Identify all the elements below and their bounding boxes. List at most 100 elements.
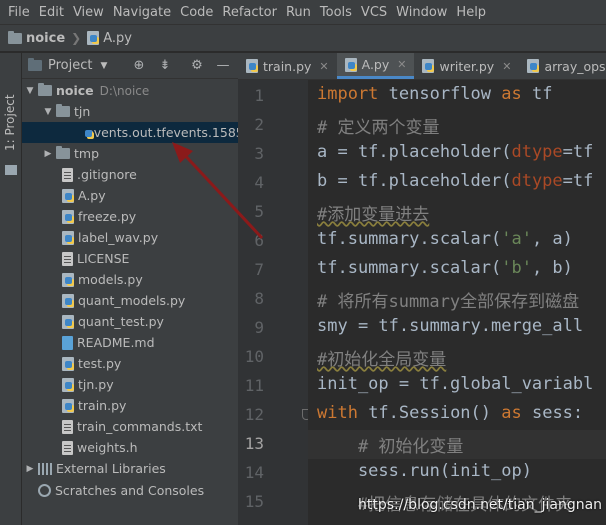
collapse-all-icon[interactable]: ⇟ bbox=[156, 57, 174, 75]
menu-refactor[interactable]: Refactor bbox=[218, 0, 282, 25]
line-number: 14 bbox=[244, 463, 264, 482]
tree-item-gitignore[interactable]: .gitignore bbox=[22, 164, 238, 185]
tab-writer-py[interactable]: writer.py ✕ bbox=[414, 53, 519, 79]
tree-item-freeze-py[interactable]: freeze.py bbox=[22, 206, 238, 227]
tree-item-readme-md[interactable]: README.md bbox=[22, 332, 238, 353]
close-icon[interactable]: ✕ bbox=[502, 60, 511, 73]
tree-item-events-out-tfevents-15852[interactable]: events.out.tfevents.15852 bbox=[22, 122, 252, 143]
python-file-icon bbox=[62, 398, 74, 413]
python-file-icon bbox=[62, 314, 74, 329]
menu-tools[interactable]: Tools bbox=[316, 0, 357, 25]
library-icon bbox=[38, 462, 52, 475]
tree-item-train-py[interactable]: train.py bbox=[22, 395, 238, 416]
line-number: 1 bbox=[254, 86, 264, 105]
menu-navigate[interactable]: Navigate bbox=[109, 0, 176, 25]
code-line[interactable]: tf.summary.scalar('a', a) bbox=[317, 229, 573, 249]
tree-item-label: models.py bbox=[78, 272, 143, 287]
code-line[interactable]: tf.summary.scalar('b', b) bbox=[317, 258, 573, 278]
breadcrumb-item-root[interactable]: noice bbox=[8, 30, 65, 46]
tab-train-py[interactable]: train.py ✕ bbox=[238, 53, 337, 79]
line-number: 2 bbox=[254, 115, 264, 134]
chevron-right-icon[interactable]: ▶ bbox=[24, 464, 36, 474]
tree-item-a-py[interactable]: A.py bbox=[22, 185, 238, 206]
code-line[interactable]: init_op = tf.global_variabl bbox=[317, 374, 593, 394]
line-number: 4 bbox=[254, 173, 264, 192]
code-line[interactable]: import tensorflow as tf bbox=[317, 84, 552, 104]
markdown-file-icon bbox=[62, 335, 73, 350]
tree-item-label: quant_test.py bbox=[78, 314, 164, 329]
menu-window[interactable]: Window bbox=[392, 0, 452, 25]
code-line[interactable]: sess.run(init_op) bbox=[317, 461, 532, 481]
line-number: 10 bbox=[244, 347, 264, 366]
scratches-icon bbox=[38, 484, 51, 497]
tree-item-train-commands-txt[interactable]: train_commands.txt bbox=[22, 416, 238, 437]
tree-item-quant-test-py[interactable]: quant_test.py bbox=[22, 311, 238, 332]
breadcrumb-item-file[interactable]: A.py bbox=[87, 31, 132, 46]
project-view-icon bbox=[28, 58, 42, 71]
tab-label: train.py bbox=[263, 58, 312, 74]
menu-help[interactable]: Help bbox=[452, 0, 491, 25]
tree-item-label: LICENSE bbox=[77, 251, 130, 266]
python-file-icon bbox=[87, 31, 100, 45]
tree-item-scratches[interactable]: Scratches and Consoles bbox=[24, 480, 238, 501]
tab-a-py[interactable]: A.py ✕ bbox=[336, 53, 415, 79]
tree-item-models-py[interactable]: models.py bbox=[22, 269, 238, 290]
chevron-down-icon[interactable]: ▼ bbox=[42, 107, 54, 117]
tree-item-tjn[interactable]: ▼ tjn bbox=[22, 101, 238, 122]
python-file-icon bbox=[62, 293, 74, 308]
menu-code[interactable]: Code bbox=[176, 0, 218, 25]
chevron-right-icon[interactable]: ▶ bbox=[42, 149, 54, 159]
folder-icon bbox=[56, 146, 70, 159]
python-file-icon bbox=[527, 59, 540, 73]
folder-icon bbox=[38, 83, 52, 96]
code-editor[interactable]: import tensorflow as tf # 定义两个变量 a = tf.pl… bbox=[308, 80, 606, 525]
menu-run[interactable]: Run bbox=[282, 0, 316, 25]
tree-item-tjn-py[interactable]: tjn.py bbox=[22, 374, 238, 395]
tree-item-label: events.out.tfevents.15852 bbox=[86, 125, 252, 140]
code-line[interactable]: #初始化全局变量 bbox=[317, 345, 446, 370]
menu-file[interactable]: File bbox=[0, 0, 35, 25]
tree-item-label: External Libraries bbox=[56, 461, 166, 476]
tree-item-license[interactable]: LICENSE bbox=[22, 248, 238, 269]
code-line[interactable]: # 初始化变量 bbox=[317, 432, 463, 457]
structure-icon[interactable] bbox=[5, 165, 17, 175]
tree-root[interactable]: ▼ noice D:\noice bbox=[24, 80, 238, 101]
code-line[interactable]: a = tf.placeholder(dtype=tf bbox=[317, 142, 593, 162]
code-line[interactable]: b = tf.placeholder(dtype=tf bbox=[317, 171, 593, 191]
editor-tabs: train.py ✕ A.py ✕ writer.py ✕ array_ops.py bbox=[238, 53, 606, 80]
tree-item-label: tjn bbox=[74, 104, 91, 119]
line-number: 9 bbox=[254, 318, 264, 337]
close-icon[interactable]: ✕ bbox=[397, 58, 406, 71]
code-line[interactable]: #添加变量进去 bbox=[317, 200, 429, 225]
tree-item-tmp[interactable]: ▶ tmp bbox=[22, 143, 238, 164]
project-tool-tab[interactable]: 1: Project bbox=[3, 61, 19, 151]
line-number-gutter: 1 2 3 4 5 6 7 8 9 10 11 12 13 14 15 bbox=[238, 80, 311, 525]
tree-item-label: .gitignore bbox=[77, 167, 137, 182]
menu-view[interactable]: View bbox=[69, 0, 109, 25]
tree-item-weights-h[interactable]: weights.h bbox=[22, 437, 238, 458]
python-file-icon bbox=[62, 356, 74, 371]
tab-array_ops-py[interactable]: array_ops.py bbox=[519, 53, 606, 79]
code-line[interactable]: smy = tf.summary.merge_all bbox=[317, 316, 583, 336]
code-line[interactable]: # 将所有summary全部保存到磁盘 bbox=[317, 287, 579, 312]
tree-item-label: train_commands.txt bbox=[77, 419, 203, 434]
chevron-down-icon[interactable]: ▼ bbox=[24, 86, 36, 96]
code-line[interactable]: with tf.Session() as sess: bbox=[317, 403, 583, 423]
close-icon[interactable]: ✕ bbox=[319, 60, 328, 73]
tab-label: array_ops.py bbox=[544, 58, 606, 74]
code-line[interactable]: # 定义两个变量 bbox=[317, 113, 439, 138]
tree-item-external-libraries[interactable]: ▶ External Libraries bbox=[24, 458, 238, 479]
tree-item-label-wav-py[interactable]: label_wav.py bbox=[22, 227, 238, 248]
tree-root-path: D:\noice bbox=[99, 83, 150, 98]
gear-icon[interactable]: ⚙ bbox=[188, 57, 206, 75]
tree-item-quant-models-py[interactable]: quant_models.py bbox=[22, 290, 238, 311]
hide-panel-icon[interactable]: — bbox=[214, 57, 232, 75]
menu-vcs[interactable]: VCS bbox=[357, 0, 392, 25]
tool-window-strip: 1: Project bbox=[0, 53, 22, 525]
project-view-selector[interactable]: Project bbox=[48, 58, 92, 73]
locate-icon[interactable]: ⊕ bbox=[130, 57, 148, 75]
menu-edit[interactable]: Edit bbox=[35, 0, 69, 25]
project-panel: Project ▼ ⊕ ⇟ ⚙ — ▼ noice D:\noice ▼ tjn e… bbox=[22, 53, 252, 525]
tree-item-test-py[interactable]: test.py bbox=[22, 353, 238, 374]
chevron-down-icon[interactable]: ▼ bbox=[100, 61, 107, 71]
